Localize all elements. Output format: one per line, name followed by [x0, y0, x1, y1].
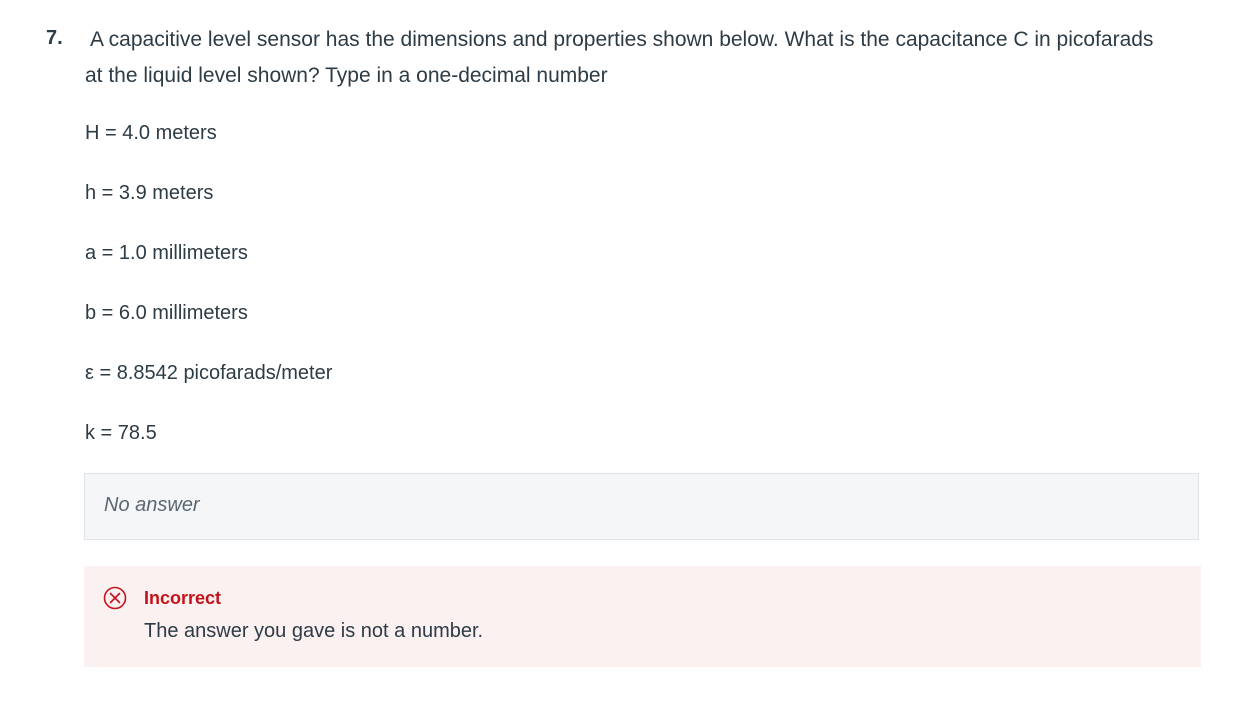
parameter-h: h = 3.9 meters: [85, 182, 214, 204]
parameter-b: b = 6.0 millimeters: [85, 302, 248, 324]
feedback-status: Incorrect: [144, 588, 222, 608]
parameter-H: H = 4.0 meters: [85, 122, 217, 144]
parameter-epsilon: ε = 8.8542 picofarads/meter: [85, 362, 333, 384]
parameter-a: a = 1.0 millimeters: [85, 242, 248, 264]
answer-value: No answer: [104, 494, 200, 516]
feedback-message: The answer you gave is not a number.: [144, 620, 484, 642]
question-number: 7.: [46, 27, 63, 49]
parameter-k: k = 78.5: [85, 422, 157, 444]
incorrect-icon: [103, 586, 127, 610]
question-text: A capacitive level sensor has the dimens…: [85, 28, 1154, 87]
feedback-panel: Incorrect The answer you gave is not a n…: [84, 566, 1201, 667]
answer-display: No answer: [84, 473, 1199, 540]
